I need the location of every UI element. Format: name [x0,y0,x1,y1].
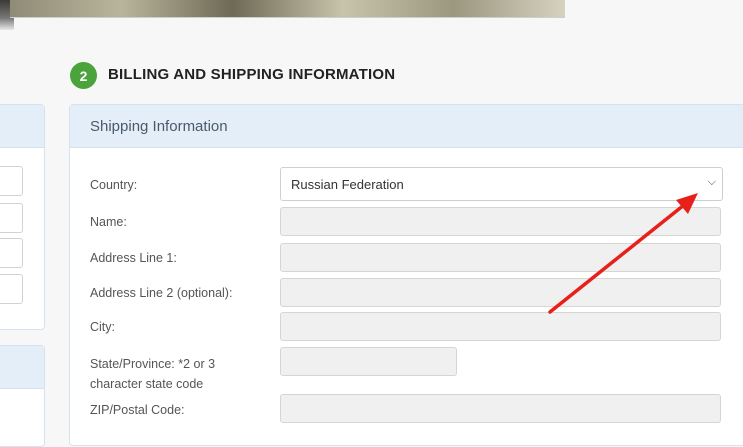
red-arrow-annotation [548,193,698,314]
